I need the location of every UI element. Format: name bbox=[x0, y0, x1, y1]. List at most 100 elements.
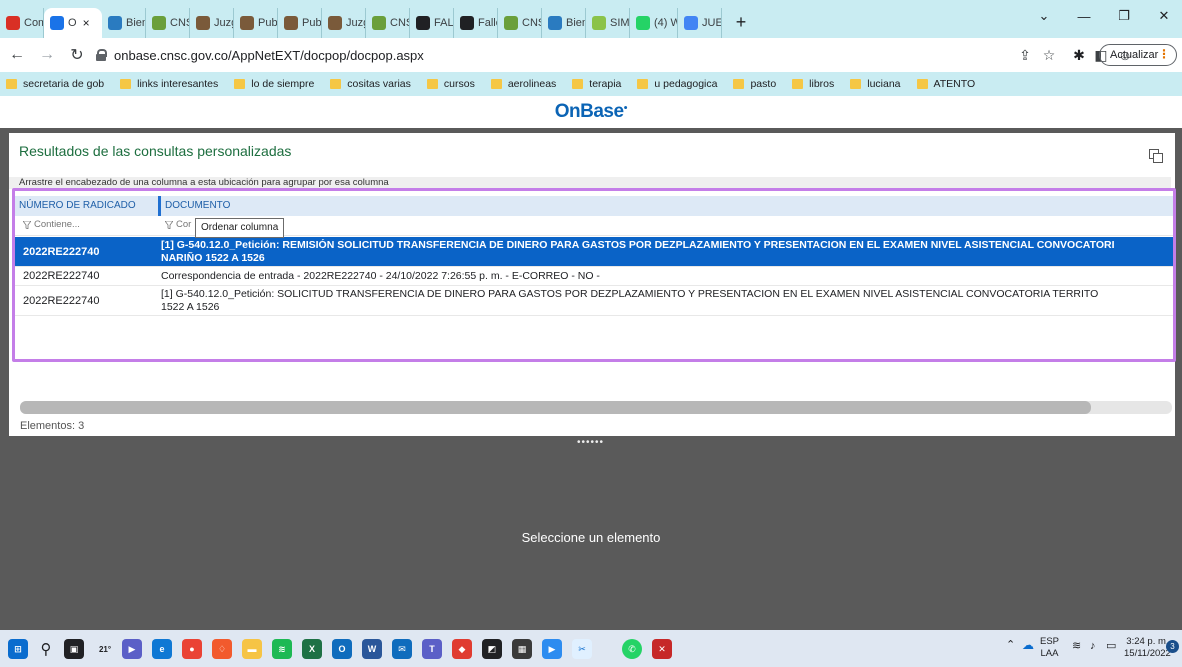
new-tab-button[interactable]: + bbox=[728, 9, 754, 35]
outlook-icon[interactable]: O bbox=[332, 639, 352, 659]
task-view-icon[interactable]: ▣ bbox=[64, 639, 84, 659]
browser-tab[interactable]: Bien bbox=[542, 8, 586, 38]
teams-chat-icon[interactable]: ▶ bbox=[122, 639, 142, 659]
battery-icon[interactable]: ▭ bbox=[1106, 640, 1116, 652]
bookmark-folder[interactable]: luciana bbox=[850, 78, 901, 90]
weather-widget[interactable]: 21° bbox=[92, 639, 118, 659]
chrome-icon[interactable]: ● bbox=[182, 639, 202, 659]
clock[interactable]: 3:24 p. m. 15/11/2022 bbox=[1124, 636, 1171, 660]
tab-label: Fallo bbox=[478, 17, 497, 29]
browser-tab[interactable]: (4) W bbox=[630, 8, 678, 38]
browser-tab[interactable]: SIMC bbox=[586, 8, 630, 38]
horizontal-scrollbar[interactable] bbox=[20, 401, 1172, 414]
bookmark-folder[interactable]: links interesantes bbox=[120, 78, 218, 90]
wifi-icon[interactable]: ≋ bbox=[1072, 640, 1081, 652]
popout-window-icon[interactable] bbox=[1149, 149, 1163, 163]
scrollbar-thumb[interactable] bbox=[20, 401, 1092, 414]
search-icon[interactable]: ⚲ bbox=[36, 639, 56, 659]
cell-radicado[interactable]: 2022RE222740 bbox=[15, 295, 161, 307]
pdf-app-icon[interactable]: ✕ bbox=[652, 639, 672, 659]
share-icon[interactable]: ⇪ bbox=[1016, 46, 1034, 64]
filter-row: Contiene... Cor bbox=[15, 216, 1173, 236]
word-icon[interactable]: W bbox=[362, 639, 382, 659]
show-hidden-icons-icon[interactable]: ⌃ bbox=[1006, 639, 1015, 651]
browser-tab[interactable]: O × bbox=[44, 8, 102, 38]
spotify-icon[interactable]: ≋ bbox=[272, 639, 292, 659]
browser-tab[interactable]: Publ bbox=[234, 8, 278, 38]
bookmark-star-icon[interactable]: ☆ bbox=[1040, 46, 1058, 64]
edge-icon[interactable]: e bbox=[152, 639, 172, 659]
minimize-icon[interactable]: — bbox=[1064, 0, 1104, 32]
tab-close-icon[interactable]: × bbox=[83, 16, 90, 30]
cell-documento[interactable]: [1] G-540.12.0_Petición: REMISIÓN SOLICI… bbox=[161, 239, 1171, 265]
browser-tab[interactable]: Fallo bbox=[454, 8, 498, 38]
column-header-documento[interactable]: DOCUMENTO bbox=[158, 196, 1168, 216]
extensions-puzzle-icon[interactable]: ✱ bbox=[1070, 46, 1088, 64]
browser-tab[interactable]: Juzg bbox=[190, 8, 234, 38]
maximize-icon[interactable]: ❐ bbox=[1104, 0, 1144, 32]
filter-documento[interactable]: Cor bbox=[165, 219, 191, 230]
bookmarks-bar: secretaria de gob links interesantes lo de… bbox=[0, 72, 1182, 96]
table-row[interactable]: 2022RE222740 [1] G-540.12.0_Petición: SOL… bbox=[15, 286, 1173, 316]
results-panel: Resultados de las consultas personalizad… bbox=[9, 133, 1176, 436]
browser-tab[interactable]: CNSC bbox=[146, 8, 190, 38]
tab-label: CNSC bbox=[522, 17, 541, 29]
cell-documento[interactable]: Correspondencia de entrada - 2022RE22274… bbox=[161, 270, 1171, 283]
app-icon[interactable]: ◩ bbox=[482, 639, 502, 659]
cell-documento[interactable]: [1] G-540.12.0_Petición: SOLICITUD TRANS… bbox=[161, 288, 1171, 314]
teams-icon[interactable]: T bbox=[422, 639, 442, 659]
bookmark-folder[interactable]: u pedagogica bbox=[637, 78, 717, 90]
bookmark-folder[interactable]: cositas varias bbox=[330, 78, 411, 90]
browser-tab[interactable]: Juzg bbox=[322, 8, 366, 38]
address-bar[interactable]: onbase.cnsc.gov.co/AppNetEXT/docpop/docp… bbox=[96, 42, 938, 68]
filter-radicado[interactable]: Contiene... bbox=[23, 219, 80, 230]
close-window-icon[interactable]: ✕ bbox=[1144, 0, 1182, 32]
browser-tab[interactable]: JUEZ bbox=[678, 8, 722, 38]
update-button[interactable]: Actualizar ⋮ bbox=[1099, 44, 1177, 66]
github-icon bbox=[460, 16, 474, 30]
tab-search-icon[interactable]: ⌄ bbox=[1024, 0, 1064, 32]
bookmark-folder[interactable]: ATENTO bbox=[916, 78, 975, 90]
browser-tab[interactable]: Bien bbox=[102, 8, 146, 38]
reload-icon[interactable]: ↻ bbox=[64, 42, 90, 68]
browser-tab[interactable]: CNSC bbox=[366, 8, 410, 38]
calculator-icon[interactable]: ▦ bbox=[512, 639, 532, 659]
mail-icon[interactable]: ✉ bbox=[392, 639, 412, 659]
bookmark-folder[interactable]: terapia bbox=[572, 78, 621, 90]
cell-radicado[interactable]: 2022RE222740 bbox=[15, 270, 161, 282]
bookmark-folder[interactable]: pasto bbox=[733, 78, 776, 90]
brave-icon[interactable]: ♢ bbox=[212, 639, 232, 659]
windows-start-icon[interactable]: ⊞ bbox=[8, 639, 28, 659]
back-arrow-icon[interactable]: ← bbox=[4, 42, 30, 68]
volume-icon[interactable]: ♪ bbox=[1090, 640, 1096, 652]
bookmark-folder[interactable]: aerolineas bbox=[490, 78, 556, 90]
url-text[interactable]: onbase.cnsc.gov.co/AppNetEXT/docpop/docp… bbox=[114, 48, 424, 63]
bookmark-folder[interactable]: lo de siempre bbox=[234, 78, 314, 90]
browser-menu-icon[interactable]: ⋮ bbox=[1158, 47, 1170, 61]
zoom-icon[interactable]: ▶ bbox=[542, 639, 562, 659]
bookmark-folder[interactable]: secretaria de gob bbox=[6, 78, 104, 90]
lock-icon[interactable] bbox=[96, 49, 107, 61]
snipping-tool-icon[interactable]: ✂ bbox=[572, 639, 592, 659]
browser-tab[interactable]: CNSC bbox=[498, 8, 542, 38]
cell-radicado[interactable]: 2022RE222740 bbox=[15, 246, 161, 258]
judicial-icon bbox=[196, 16, 210, 30]
anydesk-icon[interactable]: ◆ bbox=[452, 639, 472, 659]
file-explorer-icon[interactable]: ▬ bbox=[242, 639, 262, 659]
browser-tab[interactable]: Publ bbox=[278, 8, 322, 38]
browser-tab[interactable]: Com bbox=[0, 8, 44, 38]
browser-tab[interactable]: FALL bbox=[410, 8, 454, 38]
whatsapp-icon[interactable]: ✆ bbox=[622, 639, 642, 659]
forward-arrow-icon[interactable]: → bbox=[34, 42, 60, 68]
notification-badge[interactable]: 3 bbox=[1166, 640, 1179, 653]
onedrive-icon[interactable]: ☁ bbox=[1022, 639, 1034, 651]
table-row[interactable]: 2022RE222740 Correspondencia de entrada -… bbox=[15, 267, 1173, 286]
table-row[interactable]: 2022RE222740 [1] G-540.12.0_Petición: REM… bbox=[15, 237, 1173, 267]
pane-splitter-handle[interactable]: •••••• bbox=[577, 437, 604, 448]
bookmark-folder[interactable]: libros bbox=[792, 78, 834, 90]
column-header-radicado[interactable]: NÚMERO DE RADICADO bbox=[15, 196, 158, 216]
folder-icon bbox=[637, 79, 649, 89]
bookmark-folder[interactable]: cursos bbox=[426, 78, 475, 90]
language-indicator[interactable]: ESP LAA bbox=[1040, 636, 1059, 660]
excel-icon[interactable]: X bbox=[302, 639, 322, 659]
